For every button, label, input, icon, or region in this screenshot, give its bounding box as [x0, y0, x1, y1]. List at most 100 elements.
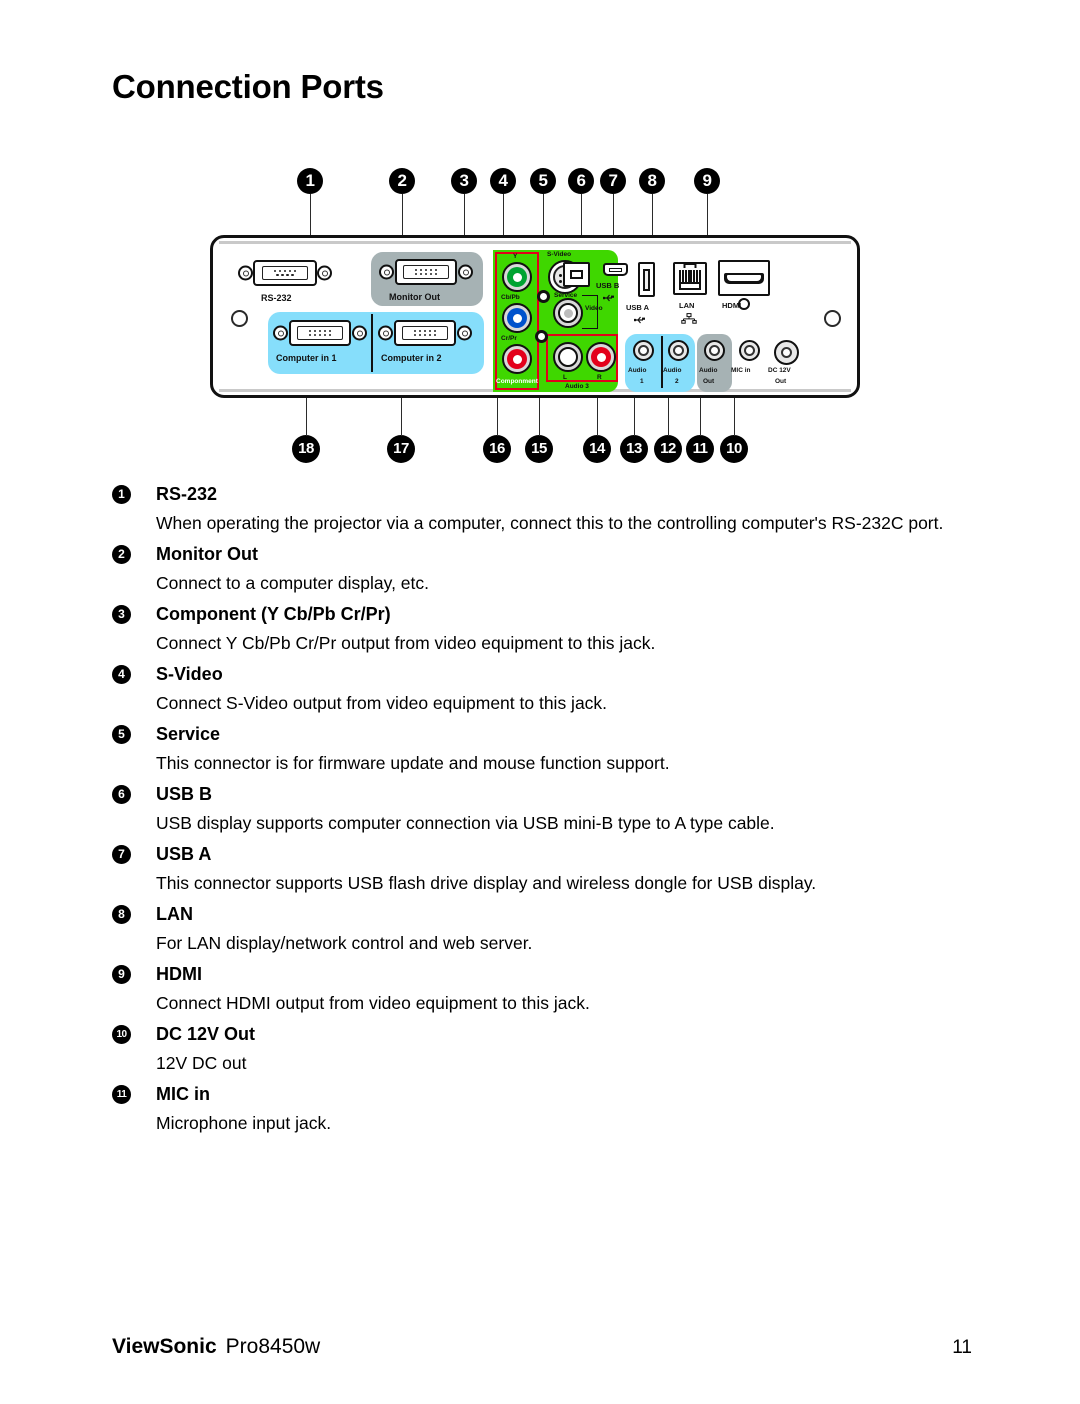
projector-rear-panel: RS-232 Monitor Out Computer in 1 Compute… — [210, 235, 860, 398]
item-term-svideo: S-Video — [156, 664, 223, 684]
audio2-inner — [673, 345, 684, 356]
component-cbpb-label: Cb/Pb — [501, 294, 520, 301]
svideo-label: S-Video — [547, 251, 572, 258]
callout-top-1: 1 — [297, 168, 323, 194]
computer-in-2-pinrow-mid — [413, 333, 437, 337]
service-label: Service — [554, 292, 578, 299]
audio3-left-ring — [558, 347, 578, 367]
footer-model: Pro8450w — [225, 1335, 321, 1358]
connection-ports-diagram: 1 2 3 4 5 6 7 8 9 18 17 16 15 14 13 12 1… — [180, 150, 900, 480]
item-bullet-2: 2 — [112, 545, 131, 564]
callout-top-2: 2 — [389, 168, 415, 194]
audio3-r-label: R — [597, 374, 602, 381]
component-cbpb-jack — [502, 303, 532, 333]
rs232-pinrow-bottom — [276, 273, 294, 277]
item-bullet-1: 1 — [112, 485, 131, 504]
computer-in-divider — [371, 314, 373, 372]
computer-in-2-connector — [394, 320, 456, 346]
panel-screw-left — [231, 310, 248, 327]
component-y-label: Y — [513, 253, 518, 260]
callout-top-3: 3 — [451, 168, 477, 194]
usb-a-label: USB A — [626, 303, 650, 312]
hdmi-slot — [724, 272, 764, 284]
component-y-ring — [507, 267, 527, 287]
list-item: 10 DC 12V Out 12V DC out — [112, 1022, 972, 1082]
monitor-out-ear-right — [458, 264, 473, 280]
computer-in-1-ear-right — [352, 325, 367, 341]
usb-b-label: USB B — [596, 281, 620, 290]
video-bracket — [582, 295, 598, 329]
component-y-jack — [502, 262, 532, 292]
rs232-ear-left — [238, 265, 253, 281]
item-body-dc12v-out: 12V DC out — [156, 1053, 247, 1073]
audio2-jack — [668, 340, 689, 361]
usb-a-trident-icon — [634, 316, 645, 324]
item-bullet-3: 3 — [112, 605, 131, 624]
page-title: Connection Ports — [112, 68, 384, 105]
component-crpr-ring — [507, 349, 527, 369]
audio-out-inner — [709, 345, 720, 356]
leader-top-3 — [464, 194, 465, 240]
monitor-out-label: Monitor Out — [389, 292, 440, 302]
computer-in-1-pinrow-mid — [308, 333, 332, 337]
list-item: 8 LAN For LAN display/network control an… — [112, 902, 972, 962]
footer-page-number: 11 — [952, 1337, 972, 1358]
lan-pin-bars — [679, 270, 701, 282]
item-body-service: This connector is for firmware update an… — [156, 753, 670, 773]
lan-notch — [683, 263, 697, 268]
item-bullet-5: 5 — [112, 725, 131, 744]
panel-top-seam — [219, 241, 851, 244]
callout-bottom-18: 18 — [292, 435, 320, 463]
item-body-component: Connect Y Cb/Pb Cr/Pr output from video … — [156, 633, 656, 653]
item-term-usb-b: USB B — [156, 784, 213, 804]
callout-bottom-15: 15 — [525, 435, 553, 463]
list-item: 3 Component (Y Cb/Pb Cr/Pr) Connect Y Cb… — [112, 602, 972, 662]
leader-top-1 — [310, 194, 311, 240]
item-bullet-11: 11 — [112, 1085, 131, 1104]
service-usb-b-port — [563, 262, 590, 287]
audio3-label: Audio 3 — [565, 383, 589, 390]
item-body-svideo: Connect S-Video output from video equipm… — [156, 693, 608, 713]
audio-out-jack — [704, 340, 725, 361]
list-item: 5 Service This connector is for firmware… — [112, 722, 972, 782]
port-description-list: 1 RS-232 When operating the projector vi… — [112, 482, 972, 1142]
list-item: 1 RS-232 When operating the projector vi… — [112, 482, 972, 542]
item-term-hdmi: HDMI — [156, 964, 202, 984]
item-body-hdmi: Connect HDMI output from video equipment… — [156, 993, 590, 1013]
leader-top-4 — [503, 194, 504, 240]
item-bullet-6: 6 — [112, 785, 131, 804]
item-bullet-7: 7 — [112, 845, 131, 864]
audio2-num: 2 — [675, 378, 679, 385]
callout-top-7: 7 — [600, 168, 626, 194]
mic-in-jack — [739, 340, 760, 361]
lan-base — [679, 282, 701, 290]
usb-b-inner — [609, 267, 622, 272]
audio-out-num: Out — [703, 378, 715, 385]
network-icon — [681, 313, 697, 324]
service-usb-b-inner — [570, 270, 583, 279]
lan-port — [673, 262, 707, 295]
audio3-right-ring — [591, 347, 611, 367]
audio2-label: Audio — [663, 367, 682, 374]
item-bullet-10: 10 — [112, 1025, 131, 1044]
item-bullet-9: 9 — [112, 965, 131, 984]
item-body-rs232: When operating the projector via a compu… — [156, 513, 944, 533]
item-term-dc12v-out: DC 12V Out — [156, 1024, 256, 1044]
item-term-component: Component (Y Cb/Pb Cr/Pr) — [156, 604, 391, 624]
item-term-service: Service — [156, 724, 221, 744]
dc12v-num: Out — [775, 378, 787, 385]
callout-top-8: 8 — [639, 168, 665, 194]
audio1-label: Audio — [628, 367, 647, 374]
computer-in-1-pinrow-top — [308, 329, 332, 333]
computer-in-2-pinrow-top — [413, 329, 437, 333]
list-item: 7 USB A This connector supports USB flas… — [112, 842, 972, 902]
computer-in-2-pins — [402, 326, 448, 340]
callout-top-5: 5 — [530, 168, 556, 194]
computer-in-2-ear-right — [457, 325, 472, 341]
page-footer: ViewSonic Pro8450w 11 — [112, 1335, 972, 1359]
item-body-monitor-out: Connect to a computer display, etc. — [156, 573, 430, 593]
monitor-out-pins — [403, 265, 449, 279]
mic-in-label: MIC in — [731, 367, 751, 374]
video-jack-ring — [558, 303, 578, 323]
component-crpr-jack — [502, 344, 532, 374]
